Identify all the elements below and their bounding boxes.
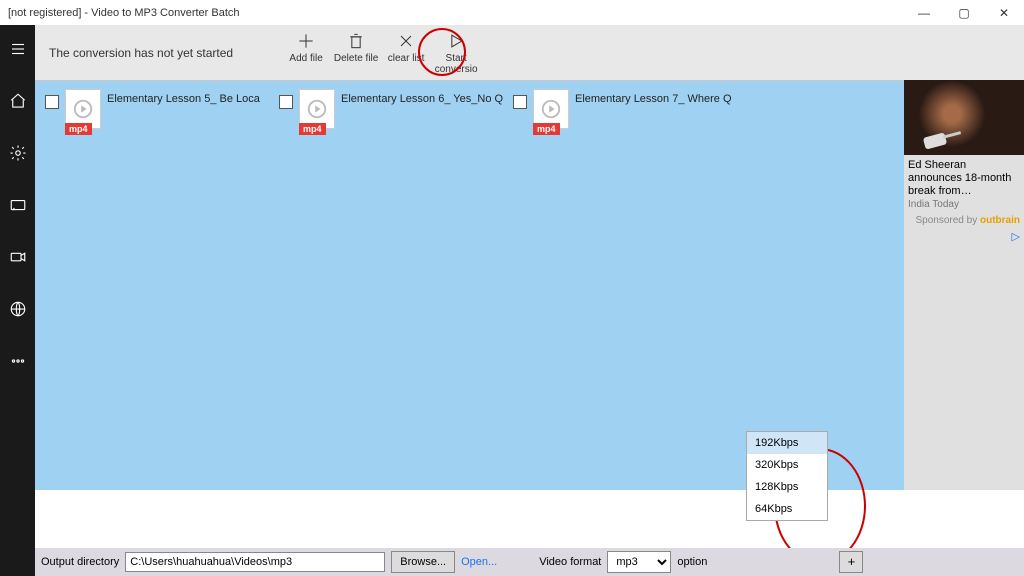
- ad-choices-icon[interactable]: ▷: [904, 230, 1024, 243]
- file-item[interactable]: mp4 Elementary Lesson 6_ Yes_No Q: [279, 89, 509, 133]
- home-icon[interactable]: [0, 83, 35, 119]
- start-conversion-label: Start conversio: [429, 53, 483, 75]
- browse-button[interactable]: Browse...: [391, 551, 455, 573]
- toolbar: The conversion has not yet started Add f…: [35, 25, 1024, 80]
- status-text: The conversion has not yet started: [49, 46, 233, 60]
- file-format-tag: mp4: [533, 123, 560, 135]
- file-thumbnail: mp4: [533, 89, 569, 133]
- menu-icon[interactable]: [0, 31, 35, 67]
- delete-file-button[interactable]: Delete file: [329, 25, 383, 80]
- file-item[interactable]: mp4 Elementary Lesson 7_ Where Q: [513, 89, 743, 133]
- more-icon[interactable]: [0, 343, 35, 379]
- settings-icon[interactable]: [0, 135, 35, 171]
- file-checkbox[interactable]: [513, 95, 527, 109]
- maximize-button[interactable]: ▢: [944, 0, 984, 25]
- delete-file-label: Delete file: [334, 53, 378, 64]
- gap-area: 192Kbps320Kbps128Kbps64Kbps: [35, 490, 1024, 548]
- output-dir-input[interactable]: [125, 552, 385, 572]
- window-title: [not registered] - Video to MP3 Converte…: [8, 7, 240, 19]
- file-name: Elementary Lesson 5_ Be Loca: [107, 89, 260, 105]
- start-conversion-button[interactable]: Start conversio: [429, 25, 483, 80]
- file-checkbox[interactable]: [279, 95, 293, 109]
- ad-brand: outbrain: [980, 215, 1020, 226]
- bottom-bar: Output directory Browse... Open... Video…: [35, 548, 1024, 576]
- bitrate-option[interactable]: 128Kbps: [747, 476, 827, 498]
- minimize-button[interactable]: —: [904, 0, 944, 25]
- file-name: Elementary Lesson 6_ Yes_No Q: [341, 89, 503, 105]
- video-format-label: Video format: [539, 556, 601, 568]
- bitrate-option[interactable]: 64Kbps: [747, 498, 827, 520]
- add-file-button[interactable]: Add file: [283, 25, 329, 80]
- file-format-tag: mp4: [65, 123, 92, 135]
- file-checkbox[interactable]: [45, 95, 59, 109]
- video-icon[interactable]: [0, 239, 35, 275]
- output-dir-label: Output directory: [41, 556, 119, 568]
- caption-icon[interactable]: [0, 187, 35, 223]
- file-name: Elementary Lesson 7_ Where Q: [575, 89, 732, 105]
- option-label: option: [677, 556, 707, 568]
- bitrate-popup: 192Kbps320Kbps128Kbps64Kbps: [746, 431, 828, 521]
- ad-panel: Ed Sheeran announces 18-month break from…: [904, 80, 1024, 490]
- clear-list-label: clear list: [388, 53, 425, 64]
- video-format-select[interactable]: mp3: [607, 551, 671, 573]
- file-thumbnail: mp4: [65, 89, 101, 133]
- file-zone: mp4 Elementary Lesson 5_ Be Loca mp4 Elemen…: [35, 80, 904, 490]
- ad-image[interactable]: [904, 80, 1024, 155]
- clear-list-button[interactable]: clear list: [383, 25, 429, 80]
- file-thumbnail: mp4: [299, 89, 335, 133]
- ad-sponsored-label: Sponsored by: [916, 215, 978, 226]
- ad-headline[interactable]: Ed Sheeran announces 18-month break from…: [908, 159, 1020, 199]
- add-file-label: Add file: [289, 53, 322, 64]
- bitrate-option[interactable]: 192Kbps: [747, 432, 827, 454]
- sidebar: [0, 25, 35, 576]
- file-format-tag: mp4: [299, 123, 326, 135]
- open-link[interactable]: Open...: [461, 556, 497, 568]
- ad-source: India Today: [908, 199, 1020, 211]
- file-item[interactable]: mp4 Elementary Lesson 5_ Be Loca: [45, 89, 275, 133]
- bitrate-option[interactable]: 320Kbps: [747, 454, 827, 476]
- close-button[interactable]: ✕: [984, 0, 1024, 25]
- add-option-button[interactable]: +: [839, 551, 863, 573]
- globe-icon[interactable]: [0, 291, 35, 327]
